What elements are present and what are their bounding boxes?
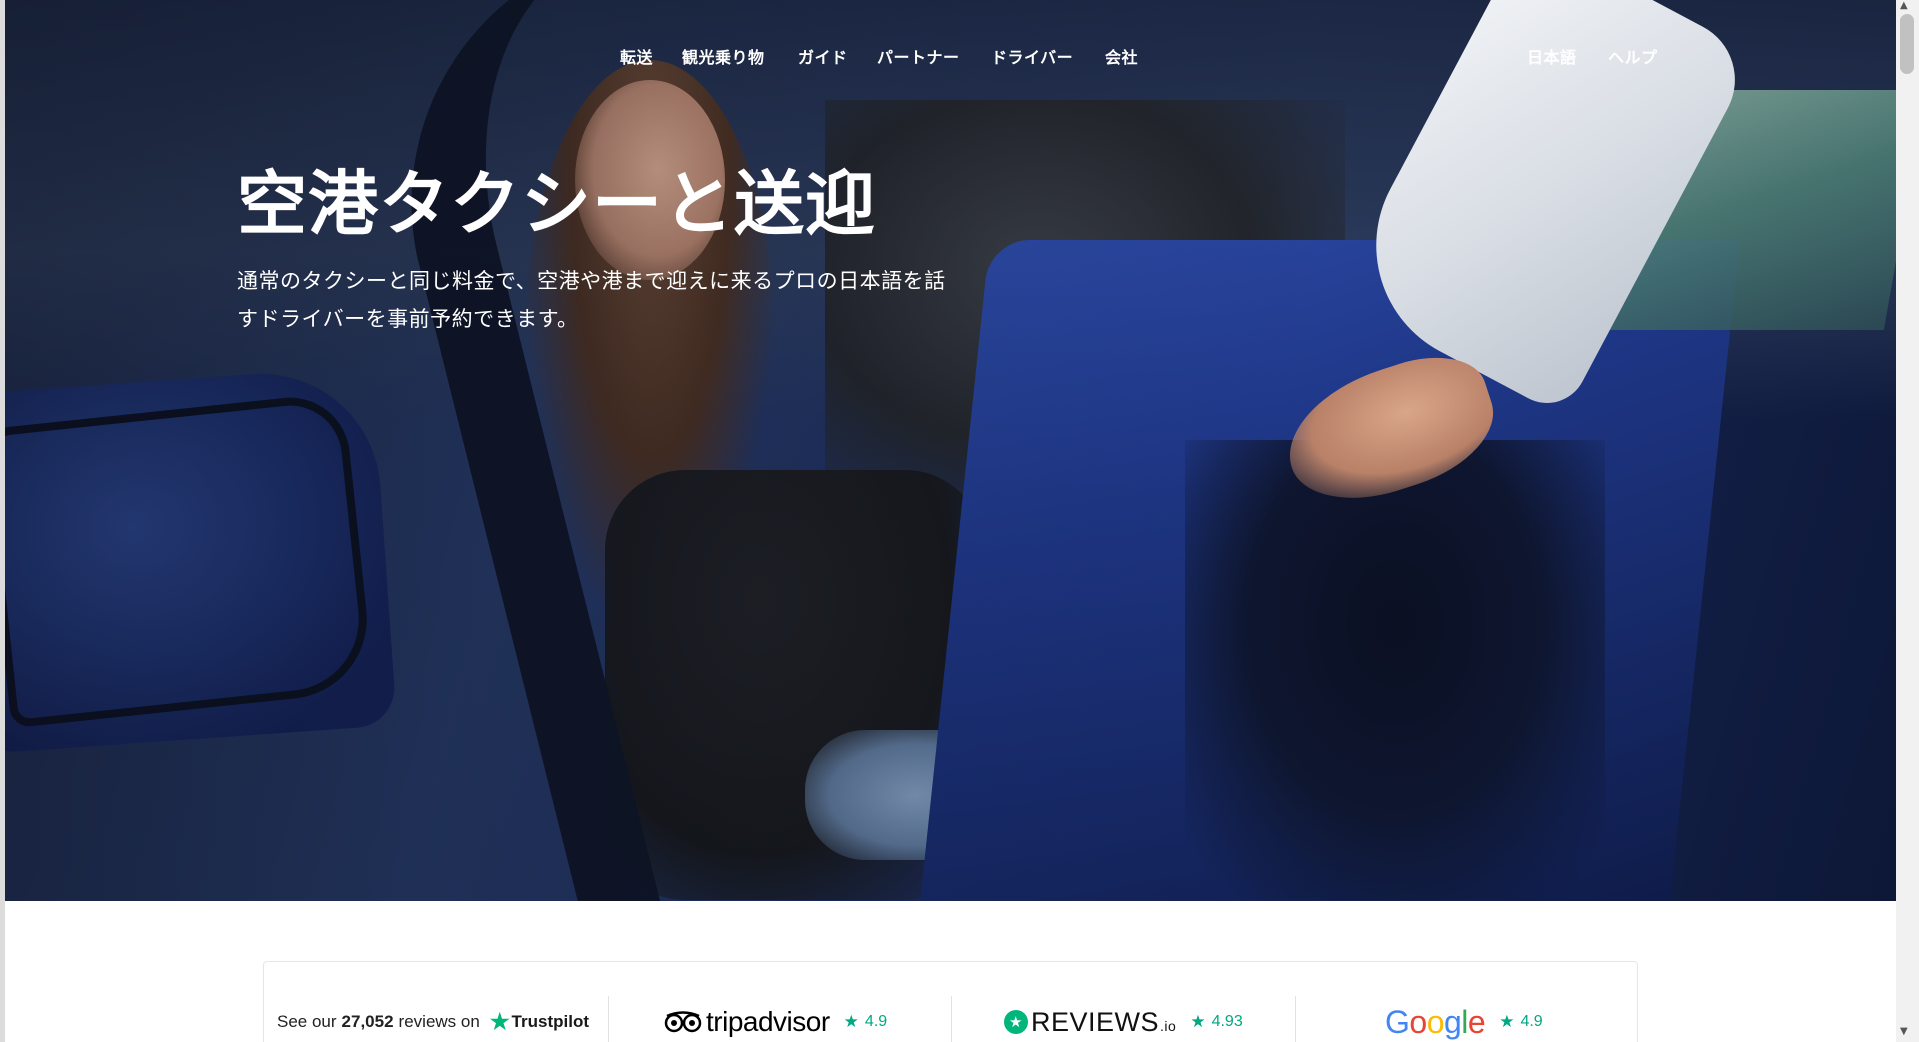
reviews-card: See our 27,052 reviews on ★ Trustpilot t… [263, 961, 1638, 1042]
scrollbar-thumb[interactable] [1900, 14, 1914, 74]
reviewsio-logo: ★ REVIEWS .io [1004, 1007, 1176, 1038]
help-link[interactable]: ヘルプ [1608, 44, 1658, 68]
google-rating-value: 4.9 [1520, 1013, 1543, 1030]
google-logo-letter: l [1461, 1003, 1468, 1040]
scroll-down-arrow-icon[interactable]: ▼ [1900, 1026, 1908, 1037]
star-icon: ★ [1190, 1012, 1206, 1031]
google-logo-letter: o [1409, 1003, 1427, 1040]
main-nav: 転送 観光乗り物 ガイド パートナー ドライバー 会社 日本語 ヘルプ [5, 44, 1896, 68]
trustpilot-logo[interactable]: ★ Trustpilot [490, 1009, 589, 1035]
reviewsio-rating-value: 4.93 [1211, 1013, 1243, 1030]
trustpilot-prefix: See our [277, 1012, 337, 1031]
reviewsio-rating: ★ 4.93 [1190, 1012, 1242, 1032]
google-review[interactable]: Google ★ 4.9 [1385, 992, 1605, 1042]
tripadvisor-rating-value: 4.9 [864, 1013, 888, 1030]
google-rating: ★ 4.9 [1499, 1012, 1543, 1032]
tripadvisor-owl-icon [664, 1011, 702, 1033]
hero-subtitle: 通常のタクシーと同じ料金で、空港や港まで迎えに来るプロの日本語を話すドライバーを… [237, 269, 946, 331]
trustpilot-suffix: reviews on [398, 1012, 480, 1031]
language-selector[interactable]: 日本語 [1527, 44, 1577, 68]
nav-item-partners[interactable]: パートナー [877, 44, 960, 68]
google-logo-letter: e [1467, 1003, 1486, 1040]
star-icon: ★ [1499, 1012, 1515, 1031]
trustpilot-star-icon: ★ [489, 1009, 510, 1034]
reviewsio-brand-suffix: .io [1160, 1017, 1177, 1034]
reviewsio-brand: REVIEWS [1031, 1006, 1160, 1037]
tripadvisor-rating: ★ 4.9 [844, 1012, 888, 1032]
tripadvisor-logo: tripadvisor [664, 1006, 830, 1038]
tripadvisor-brand: tripadvisor [706, 1006, 830, 1037]
divider [608, 996, 609, 1042]
scroll-up-arrow-icon[interactable]: ▲ [1900, 0, 1908, 11]
nav-item-guides[interactable]: ガイド [798, 44, 848, 68]
google-logo: Google [1385, 1003, 1486, 1041]
reviewsio-star-badge-icon: ★ [1004, 1010, 1028, 1034]
page-title: 空港タクシーと送迎 [237, 163, 876, 245]
trustpilot-review[interactable]: See our 27,052 reviews on ★ Trustpilot [277, 992, 617, 1042]
trustpilot-review-count: 27,052 [341, 1012, 394, 1031]
google-logo-letter: g [1443, 1003, 1462, 1040]
nav-item-transfers[interactable]: 転送 [620, 44, 653, 68]
divider [1295, 996, 1296, 1042]
hero-section: 転送 観光乗り物 ガイド パートナー ドライバー 会社 日本語 ヘルプ 空港タク… [5, 0, 1896, 901]
tripadvisor-review[interactable]: tripadvisor ★ 4.9 [664, 992, 924, 1042]
hero-photo-overlay [5, 0, 1896, 901]
reviewsio-review[interactable]: ★ REVIEWS .io ★ 4.93 [1004, 992, 1264, 1042]
page: 転送 観光乗り物 ガイド パートナー ドライバー 会社 日本語 ヘルプ 空港タク… [0, 0, 1919, 1042]
trustpilot-brand: Trustpilot [511, 1012, 589, 1031]
star-icon: ★ [843, 1012, 859, 1031]
google-logo-letter: o [1426, 1003, 1445, 1040]
nav-item-company[interactable]: 会社 [1105, 44, 1138, 68]
nav-item-drivers[interactable]: ドライバー [991, 44, 1073, 68]
google-logo-letter: G [1385, 1003, 1410, 1040]
divider [951, 996, 952, 1042]
nav-item-sightseeing[interactable]: 観光乗り物 [682, 44, 765, 68]
scrollbar-track[interactable] [1896, 0, 1919, 1042]
